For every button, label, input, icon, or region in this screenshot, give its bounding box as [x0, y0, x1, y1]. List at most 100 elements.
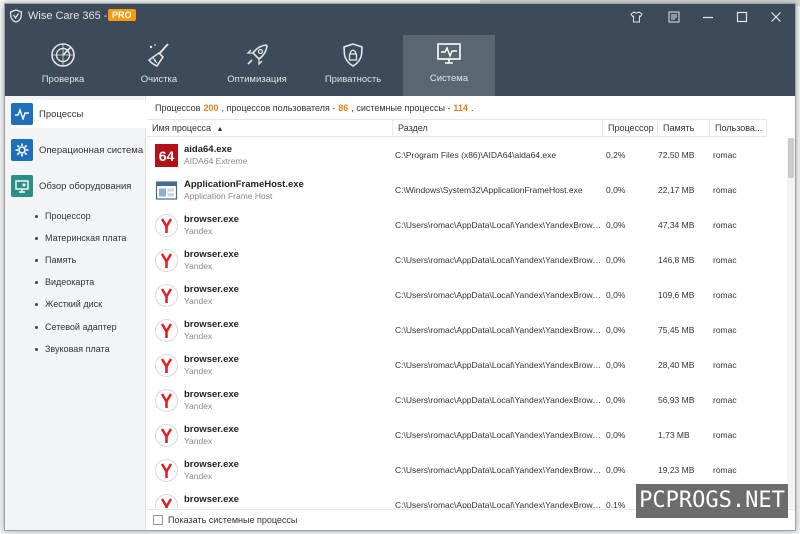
process-user: romac [713, 185, 737, 195]
sidebar-subitem-gpu[interactable]: Видеокарта [35, 277, 94, 287]
process-description: Yandex [184, 331, 213, 341]
process-user: romac [713, 395, 737, 405]
maximize-button[interactable] [725, 4, 759, 30]
process-description: Application Frame Host [184, 191, 273, 201]
process-name: browser.exe [184, 319, 239, 330]
minimize-button[interactable] [691, 4, 725, 30]
column-header-user[interactable]: Пользова... [710, 120, 767, 137]
process-cpu: 0,0% [606, 465, 626, 475]
table-row[interactable]: browser.exeYandex C:\Users\romac\AppData\… [147, 243, 787, 278]
column-header-label: Раздел [398, 123, 428, 133]
bullet-icon [35, 236, 38, 240]
nav-tab-label: Оптимизация [227, 74, 287, 85]
nav-tab-system[interactable]: Система [403, 35, 495, 96]
column-header-name[interactable]: Имя процесса ▲ [147, 120, 393, 137]
process-description: Yandex [184, 506, 212, 508]
yandex-browser-icon [155, 249, 178, 272]
process-memory: 109,6 MB [658, 290, 695, 300]
site-watermark: PCPROGS.NET [636, 484, 788, 518]
column-header-label: Память [663, 123, 695, 133]
table-row[interactable]: browser.exeYandex C:\Users\romac\AppData\… [147, 208, 787, 243]
column-header-memory[interactable]: Память [658, 120, 710, 137]
process-path: C:\Users\romac\AppData\Local\Yandex\Yand… [395, 430, 605, 440]
process-cpu: 0,0% [606, 220, 626, 230]
sidebar-subitem-label: Сетевой адаптер [45, 322, 117, 332]
sidebar-item-os[interactable]: Операционная система [11, 136, 146, 164]
show-system-processes-checkbox[interactable] [153, 515, 163, 525]
user-process-count: 86 [338, 103, 349, 113]
sidebar-subitem-memory[interactable]: Память [35, 255, 76, 265]
yandex-browser-icon [155, 214, 178, 237]
sidebar-item-hardware[interactable]: Обзор оборудования [11, 172, 146, 200]
menu-icon [668, 11, 680, 23]
process-description: Yandex [184, 296, 213, 306]
sidebar-item-processes[interactable]: Процессы [11, 100, 146, 128]
sidebar-subitem-disk[interactable]: Жесткий диск [35, 299, 102, 309]
summary-label: , процессов пользователя - [221, 103, 336, 113]
table-row[interactable]: browser.exeYandex C:\Users\romac\AppData\… [147, 348, 787, 383]
process-name: aida64.exe [184, 144, 233, 155]
column-header-cpu[interactable]: Процессор [603, 120, 658, 137]
column-header-label: Процессор [608, 123, 654, 133]
process-list-scrollbar[interactable] [787, 138, 795, 508]
process-memory: 146,8 MB [658, 255, 695, 265]
process-memory: 72,50 MB [658, 150, 695, 160]
sidebar-subitem-sound[interactable]: Звуковая плата [35, 344, 110, 354]
pulse-icon [11, 103, 33, 125]
nav-tab-optimize[interactable]: Оптимизация [211, 36, 303, 96]
bullet-icon [35, 214, 38, 218]
process-cpu: 0,0% [606, 185, 626, 195]
process-user: romac [713, 150, 737, 160]
nav-tab-label: Система [429, 73, 469, 84]
sidebar-subitem-motherboard[interactable]: Материнская плата [35, 233, 126, 243]
yandex-browser-icon [155, 494, 178, 508]
title-bar[interactable]: Wise Care 365 - 5.6.1 PRO [5, 4, 795, 30]
table-row[interactable]: 64 aida64.exe AIDA64 Extreme C:\Program Fil… [147, 138, 787, 173]
column-header-path[interactable]: Раздел [393, 120, 603, 137]
nav-tab-clean[interactable]: Очистка [113, 36, 205, 96]
sidebar-subitem-network[interactable]: Сетевой адаптер [35, 322, 117, 332]
process-cpu: 0,0% [606, 395, 626, 405]
scrollbar-thumb[interactable] [788, 138, 794, 178]
svg-text:64: 64 [159, 148, 175, 164]
process-path: C:\Users\romac\AppData\Local\Yandex\Yand… [395, 395, 605, 405]
monitor-pulse-icon [437, 43, 461, 64]
process-user: romac [713, 325, 737, 335]
process-memory: 28,40 MB [658, 360, 695, 370]
total-process-count: 200 [203, 103, 219, 113]
sidebar-subitem-label: Видеокарта [45, 277, 95, 287]
skin-button[interactable] [619, 4, 653, 30]
show-system-processes-label[interactable]: Показать системные процессы [168, 515, 297, 525]
process-user: romac [713, 430, 737, 440]
process-path: C:\Users\romac\AppData\Local\Yandex\Yand… [395, 500, 605, 508]
process-path: C:\Windows\System32\ApplicationFrameHost… [395, 185, 583, 195]
bullet-icon [35, 325, 38, 329]
column-header-label: Имя процесса [152, 123, 211, 133]
table-row[interactable]: browser.exeYandex C:\Users\romac\AppData\… [147, 418, 787, 453]
bullet-icon [35, 302, 38, 306]
nav-tab-privacy[interactable]: Приватность [307, 36, 399, 96]
app-window: Wise Care 365 - 5.6.1 PRO Проверка Очист… [4, 3, 796, 531]
bullet-icon [35, 347, 38, 351]
yandex-browser-icon [155, 354, 178, 377]
nav-tab-check[interactable]: Проверка [17, 36, 109, 96]
bullet-icon [35, 258, 38, 262]
table-row[interactable]: browser.exeYandex C:\Users\romac\AppData\… [147, 313, 787, 348]
table-row[interactable]: ApplicationFrameHost.exe Application Fram… [147, 173, 787, 208]
sidebar: Процессы Операционная система Обзор обор… [5, 96, 146, 530]
sidebar-subitem-label: Память [45, 255, 77, 265]
summary-label: . [470, 103, 474, 113]
sidebar-subitem-cpu[interactable]: Процессор [35, 211, 91, 221]
main-nav: Проверка Очистка Оптимизация Приватность… [5, 30, 795, 96]
process-name: browser.exe [184, 354, 239, 365]
main-panel: Процессов 200, процессов пользователя -86… [147, 96, 795, 530]
process-description: AIDA64 Extreme [184, 156, 248, 166]
table-row[interactable]: browser.exeYandex C:\Users\romac\AppData\… [147, 383, 787, 418]
close-button[interactable] [759, 4, 793, 30]
table-row[interactable]: browser.exeYandex C:\Users\romac\AppData\… [147, 453, 787, 488]
table-row[interactable]: browser.exeYandex C:\Users\romac\AppData\… [147, 278, 787, 313]
feedback-button[interactable] [657, 4, 691, 30]
process-cpu: 0,0% [606, 255, 626, 265]
process-path: C:\Users\romac\AppData\Local\Yandex\Yand… [395, 360, 605, 370]
process-name: browser.exe [184, 214, 239, 225]
